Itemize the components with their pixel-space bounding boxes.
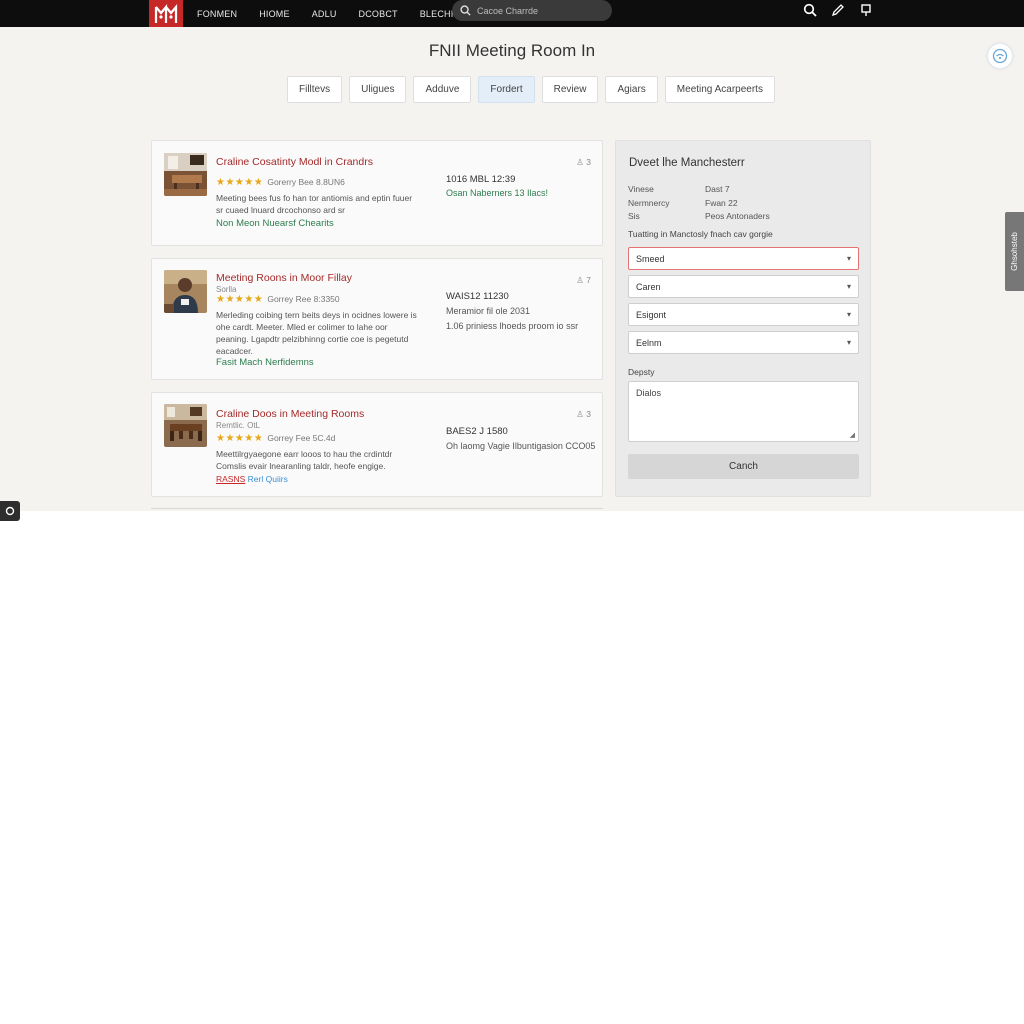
detail-value: Fwan 22 <box>705 198 738 208</box>
rating-meta: Gorrey Ree 8:3350 <box>267 294 340 304</box>
listing-description: Meettilrgyaegone earr looos to hau the c… <box>216 449 393 471</box>
listing-link[interactable]: Fasit Mach Nerfidemns <box>216 357 314 368</box>
chat-icon <box>5 506 15 516</box>
listing-thumbnail[interactable] <box>164 153 207 196</box>
listing-subtitle: Sorlla <box>216 285 237 294</box>
chevron-down-icon: ▾ <box>846 254 851 263</box>
tab-agiars[interactable]: Agiars <box>605 76 658 103</box>
edit-icon[interactable] <box>830 2 846 18</box>
notification-icon[interactable] <box>858 2 874 18</box>
listing-card[interactable]: Meeting Roons in Moor Fillay Sorlla ★★★★… <box>151 258 603 380</box>
submit-button[interactable]: Canch <box>628 454 859 479</box>
detail-key: Nermnercy <box>628 198 670 208</box>
listing-card[interactable]: Craline Cosatinty Modl in Crandrs ★★★★★ G… <box>151 140 603 246</box>
search-icon <box>460 5 471 16</box>
select-field[interactable]: Smeed ▾ <box>628 247 859 270</box>
details-textarea[interactable]: Dialos ◢ <box>628 381 859 442</box>
chat-button[interactable] <box>0 501 20 521</box>
detail-value: Dast 7 <box>705 184 730 194</box>
booking-panel: Dveet lhe Manchesterr Vinese Dast 7 Nerm… <box>615 140 871 497</box>
star-rating: ★★★★★ Gorrey Ree 8:3350 <box>216 294 340 305</box>
listing-link[interactable]: RASNS Rerl Quiirs <box>216 474 288 484</box>
select-field[interactable]: Eelnm ▾ <box>628 331 859 354</box>
listing-card[interactable]: Craline Doos in Meeting Rooms Remtlic. O… <box>151 392 603 497</box>
select-field[interactable]: Caren ▾ <box>628 275 859 298</box>
nav-item-dcobct[interactable]: DCOBCT <box>359 9 398 19</box>
listing-thumbnail[interactable] <box>164 404 207 447</box>
brand-logo[interactable] <box>149 0 183 27</box>
resize-handle-icon[interactable]: ◢ <box>850 431 855 439</box>
listing-info-secondary: 1.06 priniess lhoeds proom io ssr <box>446 321 579 331</box>
person-icon: ♙ <box>576 409 584 419</box>
listing-tag[interactable]: RASNS <box>216 474 245 484</box>
attendee-count: ♙ 3 <box>576 409 591 419</box>
select-field[interactable]: Esigont ▾ <box>628 303 859 326</box>
feedback-side-tab[interactable]: Ghsohsteb <box>1005 212 1024 291</box>
rating-meta: Gorrey Fee 5C.4d <box>267 433 336 443</box>
depart-label: Depsty <box>628 367 655 377</box>
listing-link[interactable]: Non Meon Nuearsf Chearits <box>216 218 334 229</box>
tab-uligues[interactable]: Uligues <box>349 76 407 103</box>
nav-item-home[interactable]: HIOME <box>259 9 290 19</box>
rating-meta: Gorerry Bee 8.8UN6 <box>267 177 345 187</box>
main-nav: FONMEN HIOME ADLU DCOBCT BLECHIPT <box>197 0 487 27</box>
tab-meeting-acarpeerts[interactable]: Meeting Acarpeerts <box>664 76 775 103</box>
listing-description: Meeting bees fus fo han tor antiomis and… <box>216 193 413 215</box>
nav-item-fonmen[interactable]: FONMEN <box>197 9 237 19</box>
listing-title[interactable]: Meeting Roons in Moor Fillay <box>216 272 352 284</box>
help-button[interactable] <box>987 43 1013 69</box>
page-title: FNII Meeting Room In <box>428 41 596 60</box>
listing-card-partial <box>151 508 603 512</box>
detail-key: Vinese <box>628 184 654 194</box>
star-rating: ★★★★★ Gorrey Fee 5C.4d <box>216 433 336 444</box>
tab-fordert[interactable]: Fordert <box>478 76 535 103</box>
search-input[interactable] <box>477 5 597 16</box>
logo-icon <box>154 3 178 23</box>
support-icon <box>992 48 1008 64</box>
listing-title[interactable]: Craline Cosatinty Modl in Crandrs <box>216 156 373 168</box>
nav-item-adlu[interactable]: ADLU <box>312 9 337 19</box>
search-icon[interactable] <box>802 2 818 18</box>
attendee-count: ♙ 7 <box>576 275 591 285</box>
listing-thumbnail[interactable] <box>164 270 207 313</box>
chevron-down-icon: ▾ <box>846 310 851 319</box>
listing-price: 1016 MBL 12:39 <box>446 174 516 185</box>
listing-price: BAES2 J 1580 <box>446 426 508 437</box>
star-rating: ★★★★★ Gorerry Bee 8.8UN6 <box>216 177 345 188</box>
top-navigation-bar: FONMEN HIOME ADLU DCOBCT BLECHIPT <box>0 0 1024 27</box>
detail-value: Peos Antonaders <box>705 211 770 221</box>
listing-info: Meramior fil ole 2031 <box>446 306 531 316</box>
panel-note: Tuatting in Manctosly fnach cav gorgie <box>628 229 773 239</box>
chevron-down-icon: ▾ <box>846 338 851 347</box>
listing-availability: Osan Naberners 13 Ilacs! <box>446 188 549 198</box>
person-icon: ♙ <box>576 275 584 285</box>
filter-tabs: Filltevs Uligues Adduve Fordert Review A… <box>287 76 775 103</box>
chevron-down-icon: ▾ <box>846 282 851 291</box>
top-search-box[interactable] <box>452 0 612 21</box>
listing-info: Oh laomg Vagie Ilbuntigasion CCO05 <box>446 441 596 451</box>
listing-title[interactable]: Craline Doos in Meeting Rooms <box>216 408 364 420</box>
tab-filters[interactable]: Filltevs <box>287 76 343 103</box>
panel-title: Dveet lhe Manchesterr <box>629 157 745 169</box>
tab-review[interactable]: Review <box>541 76 599 103</box>
listing-description: Merleding coibing tern beits deys in oci… <box>216 310 417 356</box>
detail-key: Sis <box>628 211 640 221</box>
tab-adduve[interactable]: Adduve <box>413 76 472 103</box>
person-icon: ♙ <box>576 157 584 167</box>
main-content: FNII Meeting Room In Filltevs Uligues Ad… <box>0 27 1024 521</box>
listing-price: WAIS12 11230 <box>446 291 509 302</box>
attendee-count: ♙ 3 <box>576 157 591 167</box>
listing-subtitle: Remtlic. OtL <box>216 421 261 430</box>
listing-link-text[interactable]: Rerl Quiirs <box>248 474 288 484</box>
